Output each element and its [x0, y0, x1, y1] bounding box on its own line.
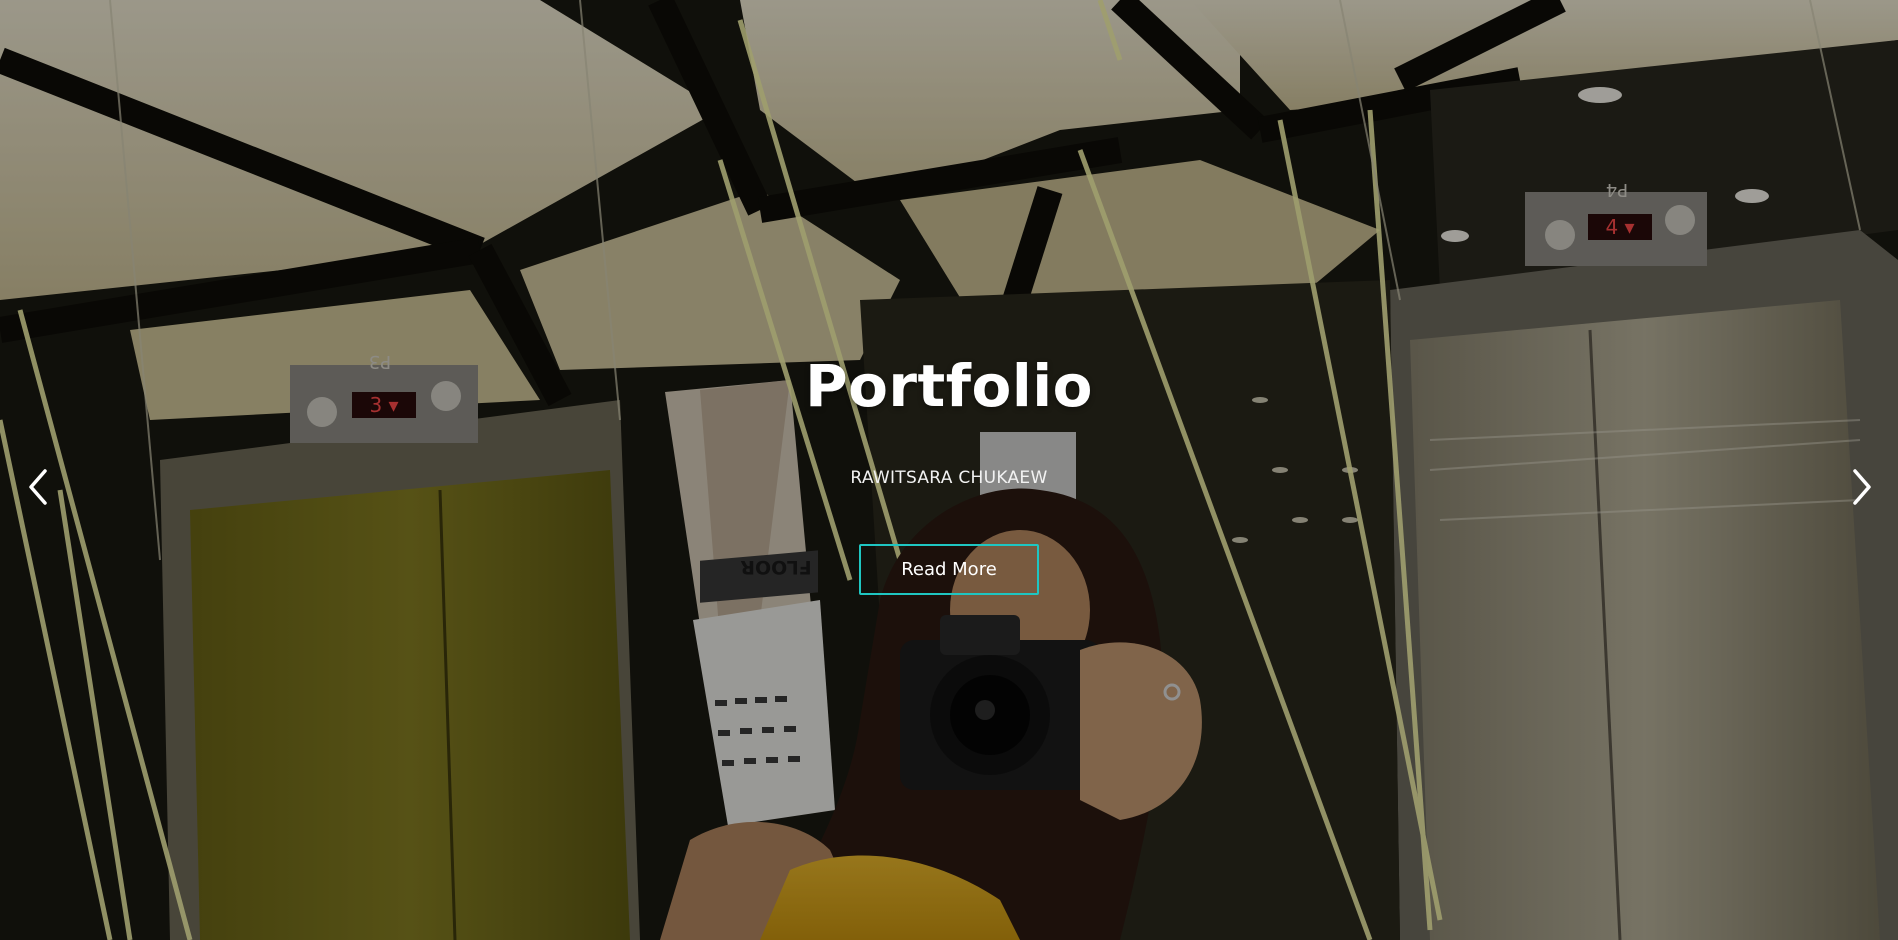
chevron-left-icon	[29, 469, 47, 505]
next-slide-button[interactable]	[1842, 462, 1882, 512]
slide-title: Portfolio	[805, 352, 1093, 420]
read-more-button[interactable]: Read More	[859, 544, 1039, 595]
slide-caption: Portfolio RAWITSARA CHUKAEW Read More	[0, 0, 1898, 940]
slide-subtitle: RAWITSARA CHUKAEW	[850, 468, 1048, 488]
chevron-right-icon	[1853, 469, 1871, 505]
hero-slider: 3 ▾ P3 4 ▾ P4 FLOOR Portfolio RAWITSARA …	[0, 0, 1898, 940]
prev-slide-button[interactable]	[18, 462, 58, 512]
